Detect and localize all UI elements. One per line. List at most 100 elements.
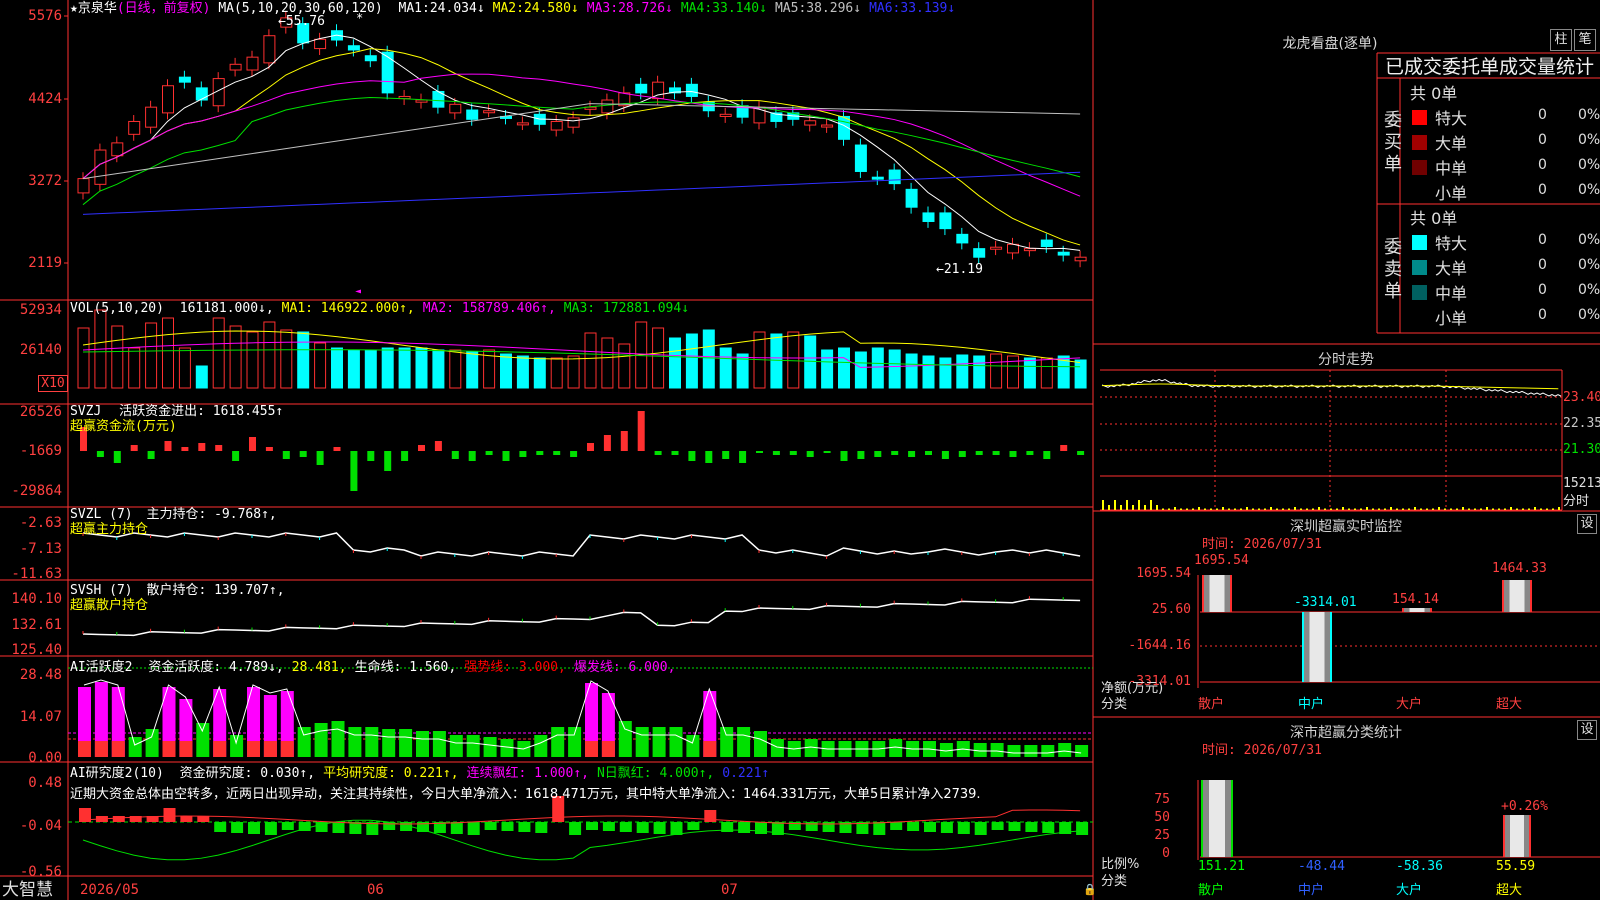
activity-bar: [348, 727, 362, 757]
stats-bar-value: 55.59: [1496, 859, 1536, 874]
activity-bar: [399, 729, 413, 757]
volume-bar: [178, 347, 191, 389]
candle: [162, 85, 174, 114]
intraday-vol-bar: [1258, 508, 1260, 510]
volume-bar: [956, 354, 969, 389]
candle: [956, 233, 969, 244]
intraday-vol-bar: [1102, 500, 1104, 510]
lock-icon[interactable]: 🔒: [1083, 883, 1097, 896]
candle: [229, 63, 242, 71]
activity-bar: [754, 731, 767, 757]
intraday-vol-bar: [1150, 500, 1152, 510]
sz-monitor-settings-button[interactable]: 设: [1577, 514, 1597, 534]
volume-bar: [685, 333, 698, 389]
candle: [973, 248, 986, 258]
order-type: 中单: [1435, 159, 1468, 178]
sz-stats-settings-button[interactable]: 设: [1577, 720, 1597, 740]
flow-bar: [857, 451, 865, 459]
svzj-title[interactable]: SVZJ: [70, 404, 101, 419]
sz-stats-time: 时间: 2026/07/31: [1202, 743, 1322, 758]
ai1-title[interactable]: AI活跃度2: [70, 660, 132, 675]
flow-bar: [570, 451, 578, 457]
stock-name[interactable]: 京泉华: [78, 1, 117, 16]
vol-items-item: 161181.000↓,: [179, 301, 274, 316]
holding-line: [82, 532, 1081, 557]
svzl-title[interactable]: SVZL (7): [70, 507, 133, 522]
candle: [145, 106, 158, 128]
intraday-vol-bar: [1504, 508, 1506, 510]
volume-bar: [1040, 357, 1053, 389]
chart-canvas[interactable]: *◄: [0, 0, 1600, 900]
buy_rows-row[interactable]: 特大 0 0%: [1410, 105, 1600, 129]
flow-bar: [553, 451, 561, 455]
ma-line: [82, 171, 1081, 215]
flow-bar: [502, 451, 510, 461]
flow-bar: [181, 447, 189, 451]
volume-bar: [550, 357, 563, 389]
sz-monitor-axis: 1695.54: [1136, 566, 1191, 581]
research-bar: [501, 822, 514, 831]
flow-bar: [975, 451, 983, 455]
intraday-vol-bar: [1450, 508, 1452, 510]
research-bar: [231, 822, 244, 833]
activity-bar: [314, 723, 328, 757]
activity-bar-base: [78, 741, 91, 757]
stats-bar-category: 大户: [1396, 883, 1423, 898]
candle: [195, 87, 208, 101]
flow-bar: [1009, 451, 1017, 457]
intraday-axis-label: 分时: [1563, 494, 1590, 509]
stats-tab[interactable]: 已成交委托单成交量统计: [1385, 55, 1594, 79]
flow-bar: [891, 451, 899, 455]
research-bar: [1076, 822, 1089, 835]
activity-bar-base: [94, 741, 108, 757]
candle: [567, 117, 580, 128]
vol-unit-button[interactable]: X10: [38, 375, 68, 392]
intraday-vol-bar: [1498, 508, 1500, 510]
flow-bar: [1060, 445, 1068, 451]
activity-bar: [382, 729, 396, 757]
intraday-vol-bar: [1510, 507, 1512, 510]
research-bar: [957, 822, 970, 834]
sell_rows-row[interactable]: 特大 0 0%: [1410, 230, 1600, 254]
activity-bar-base: [585, 741, 598, 757]
research-bar: [535, 822, 548, 833]
ai1-values: 资金活跃度: 4.789↓, 28.481, 生命线: 1.560, 强势线: 3.0…: [140, 660, 675, 675]
ai2-items-item: 0.221↑: [722, 766, 770, 781]
bar-view-button[interactable]: 柱: [1550, 29, 1572, 51]
buy_rows-row[interactable]: 中单 0 0%: [1410, 155, 1600, 179]
research-bar: [467, 822, 480, 835]
research-bar: [1042, 822, 1055, 833]
activity-bar: [720, 727, 734, 757]
monitor-bar-edge: [1202, 575, 1204, 612]
sz-stats-cat-label: 分类: [1101, 874, 1128, 889]
monitor-bar-value: 1464.33: [1492, 561, 1547, 576]
flow-bar: [434, 441, 442, 451]
volume-bar: [500, 353, 512, 389]
buy_rows-row[interactable]: 小单 0 0%: [1410, 180, 1600, 204]
flow-bar: [316, 451, 324, 465]
intraday-vol-bar: [1354, 508, 1356, 510]
ma-value: MA2:24.580↓: [492, 1, 579, 16]
vol-title[interactable]: VOL(5,10,20): [70, 301, 164, 316]
period-label[interactable]: (日线，前复权): [117, 1, 211, 16]
ai2-title[interactable]: AI研究度2(10): [70, 766, 164, 781]
monitor-bar-edge: [1330, 612, 1332, 682]
intraday-vol-bar: [1186, 508, 1188, 510]
svzj-value: 1618.455↑: [212, 404, 284, 419]
stats-bar-category: 散户: [1198, 883, 1225, 898]
activity-bar: [128, 737, 142, 757]
intraday-vol-bar: [1534, 507, 1536, 510]
sell_rows-row[interactable]: 中单 0 0%: [1410, 280, 1600, 304]
intraday-title[interactable]: 分时走势: [1100, 349, 1592, 369]
research-bar: [1008, 822, 1021, 831]
sz-monitor-unit: 净额(万元): [1101, 681, 1164, 696]
monitor-bar-edge: [1230, 575, 1232, 612]
sell_rows-row[interactable]: 大单 0 0%: [1410, 255, 1600, 279]
intraday-vol-bar: [1294, 507, 1296, 510]
tick-view-button[interactable]: 笔: [1574, 29, 1596, 51]
svzj-axis-label: 26526: [19, 404, 62, 420]
svsh-title[interactable]: SVSH (7): [70, 583, 133, 598]
buy_rows-row[interactable]: 大单 0 0%: [1410, 130, 1600, 154]
ai2-axis-label: -0.04: [19, 818, 62, 834]
sell_rows-row[interactable]: 小单 0 0%: [1410, 305, 1600, 329]
